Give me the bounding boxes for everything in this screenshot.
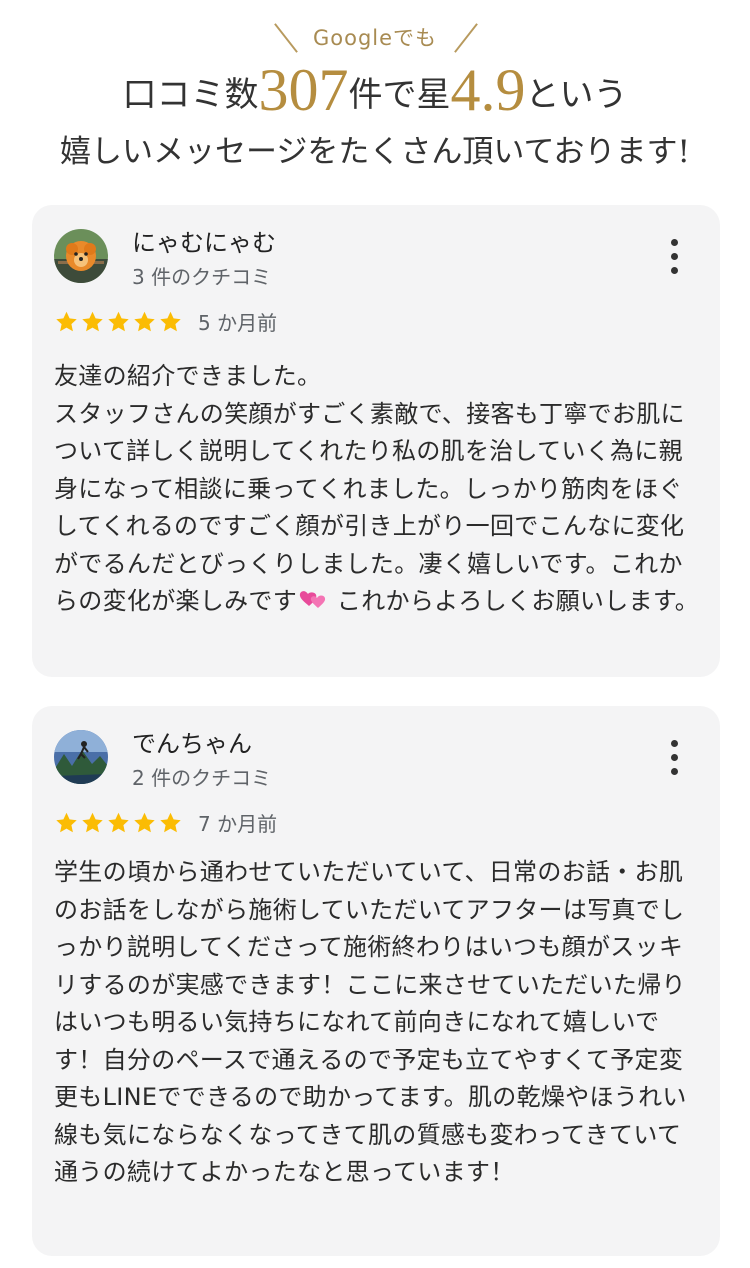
review-card: でんちゃん 2 件のクチコミ 7 か月前 学生の頃から通わせていただいていて、日…: [32, 706, 720, 1256]
reviewer-name[interactable]: にゃむにゃむ: [132, 223, 276, 258]
star-icon: [56, 311, 77, 331]
star-rating: 7 か月前: [54, 808, 278, 836]
star-icon: [82, 812, 103, 832]
review-card: にゃむにゃむ 3 件のクチコミ 5 か月前 友達の紹介できました。 スタッフさん…: [32, 205, 720, 677]
review-text: 学生の頃から通わせていただいていて、日常のお話・お肌のお話をしながら施術していた…: [54, 858, 687, 1186]
review-count-label: 3 件のクチコミ: [132, 265, 272, 289]
avatar[interactable]: [54, 730, 108, 784]
star-icon: [134, 812, 155, 832]
star-icon: [108, 311, 129, 331]
headline-line-1: 口コミ数307件で星4.9という: [0, 58, 750, 127]
decorative-slash-right: [454, 23, 478, 53]
more-options-icon[interactable]: [664, 239, 684, 275]
dog-avatar-icon: [54, 229, 108, 283]
review-date: 7 か月前: [198, 812, 278, 836]
header-subtitle: Googleでも: [312, 26, 438, 50]
star-icon: [134, 311, 155, 331]
more-options-icon[interactable]: [664, 740, 684, 776]
avatar[interactable]: [54, 229, 108, 283]
star-icon: [160, 311, 181, 331]
page-header: Googleでも 口コミ数307件で星4.9という 嬉しいメッセージをたくさん頂…: [0, 0, 750, 200]
two-hearts-icon: [299, 591, 326, 608]
star-icon: [160, 812, 181, 832]
rating-number: 4.9: [450, 57, 526, 123]
star-rating: 5 か月前: [54, 307, 278, 335]
star-icon: [56, 812, 77, 832]
review-text: 友達の紹介できました。 スタッフさんの笑顔がすごく素敵で、接客も丁寧でお肌につい…: [54, 358, 702, 621]
headline-text-1: 口コミ数: [122, 75, 259, 115]
review-date: 5 か月前: [198, 311, 278, 335]
review-count-number: 307: [258, 57, 349, 123]
review-count-label: 2 件のクチコミ: [132, 766, 272, 790]
star-icon: [82, 311, 103, 331]
star-icon: [108, 812, 129, 832]
headline-text-2: 件で星: [348, 75, 451, 115]
header-subtitle-row: Googleでも: [0, 18, 750, 53]
review-text-main: 友達の紹介できました。 スタッフさんの笑顔がすごく素敵で、接客も丁寧でお肌につい…: [54, 362, 685, 615]
review-text-end: これからよろしくお願いします。: [329, 587, 700, 615]
decorative-slash-left: [274, 23, 298, 53]
headline-line-2: 嬉しいメッセージをたくさん頂いております!: [60, 134, 690, 170]
headline-text-3: という: [525, 75, 628, 115]
landscape-avatar-icon: [54, 730, 108, 784]
reviewer-name[interactable]: でんちゃん: [132, 724, 252, 759]
